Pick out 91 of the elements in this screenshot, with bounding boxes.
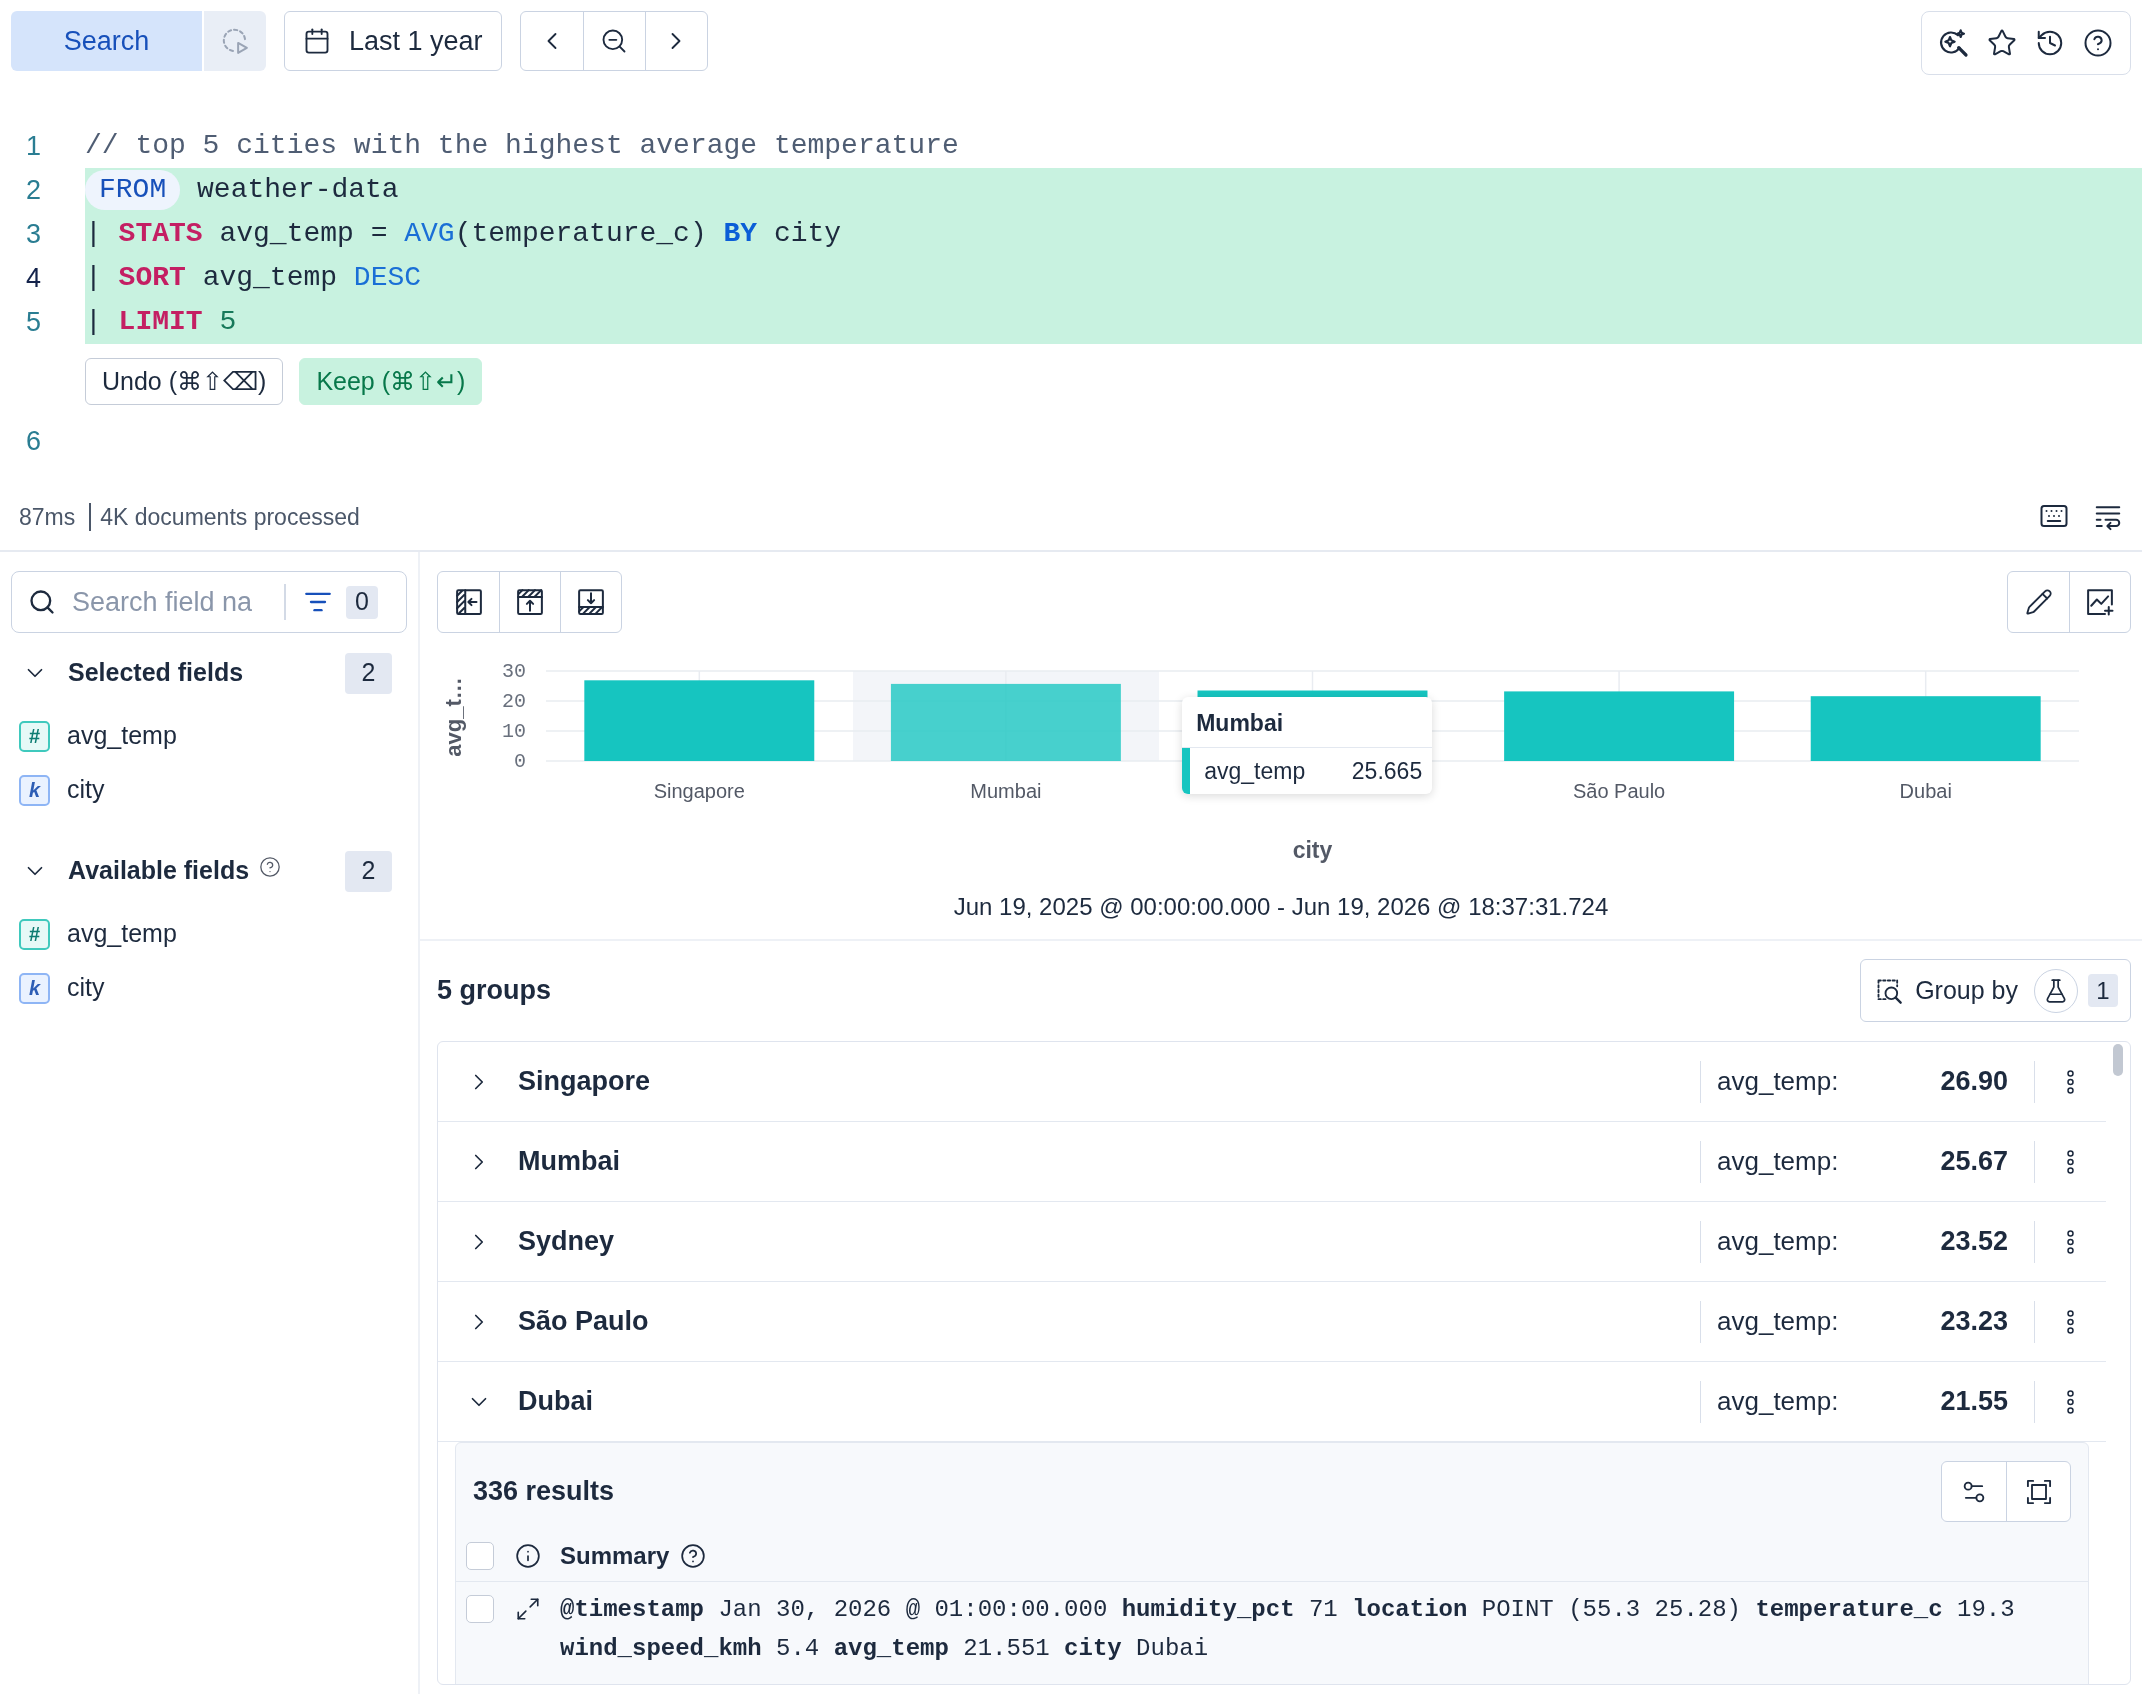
date-picker-button[interactable]: Last 1 year: [284, 11, 502, 71]
field-type-icon: #: [19, 720, 50, 752]
dashed-circle-play-icon: [220, 26, 250, 56]
metric-value: 23.52: [1940, 1225, 2009, 1259]
metric-value: 21.55: [1940, 1385, 2009, 1419]
field-search-bar[interactable]: Search field na 0: [11, 571, 407, 633]
info-icon: [515, 1542, 541, 1569]
x-axis-label: São Paulo: [1572, 780, 1666, 802]
field-type-icon: #: [19, 918, 50, 950]
time-range: Jun 19, 2025 @ 00:00:00.000 - Jun 19, 2026 @ 18:37:31.724: [953, 892, 1609, 922]
y-axis-tick-label: 20: [502, 689, 526, 713]
line-number: 5: [26, 306, 42, 338]
field-count: 2: [345, 850, 392, 892]
code-line: | STATS avg_temp = AVG(temperature_c) BY city: [85, 217, 842, 251]
field-section-toggle[interactable]: Selected fields: [22, 654, 244, 692]
history-icon: [2035, 28, 2065, 58]
x-axis-title: city: [1292, 837, 1333, 863]
code-line: | LIMIT 5: [85, 305, 237, 339]
help-icon: [2083, 28, 2113, 58]
query-duration: 87ms: [19, 503, 76, 532]
fullscreen-icon: [2024, 1477, 2053, 1506]
metric-label: avg_temp:: [1717, 1145, 1839, 1178]
y-axis-tick-label: 10: [502, 719, 526, 743]
group-name: Singapore: [518, 1065, 651, 1099]
x-axis-label: Singapore: [653, 780, 745, 802]
star-icon: [1987, 28, 2017, 58]
metric-label: avg_temp:: [1717, 1305, 1839, 1338]
checkbox[interactable]: [466, 1595, 494, 1623]
checkbox[interactable]: [466, 1541, 494, 1570]
metric-label: avg_temp:: [1717, 1385, 1839, 1418]
vertical-dots-icon[interactable]: [2067, 1389, 2074, 1414]
field-list-item[interactable]: k city: [11, 961, 105, 1015]
vertical-dots-icon[interactable]: [2067, 1149, 2074, 1174]
sparkle-search-icon: [1938, 27, 1970, 59]
group-by-button[interactable]: Group by 1: [1860, 959, 2131, 1022]
field-section-toggle[interactable]: Available fields: [22, 852, 250, 890]
group-name: Dubai: [518, 1385, 593, 1419]
hatched-panel-arrow-down-icon: [576, 587, 606, 617]
y-axis-title: avg_t…: [440, 677, 466, 757]
group-name: Mumbai: [518, 1145, 620, 1179]
filter-count: 0: [346, 585, 378, 619]
code-line: | SORT avg_temp DESC: [85, 261, 422, 295]
groups-count: 5 groups: [437, 974, 551, 1008]
field-type-icon: k: [19, 972, 50, 1004]
tooltip-title: Mumbai: [1196, 710, 1284, 736]
field-count: 2: [345, 652, 392, 694]
hatched-panel-arrow-up-icon: [515, 587, 545, 617]
summary-column-title: Summary: [560, 1540, 670, 1571]
line-number: 6: [26, 425, 42, 457]
line-number: 3: [26, 218, 42, 250]
field-search-input[interactable]: Search field na: [72, 582, 272, 622]
y-axis-tick-label: 0: [514, 749, 526, 773]
code-line: FROM weather-data: [85, 170, 399, 210]
field-type-icon: k: [19, 774, 50, 806]
metric-label: avg_temp:: [1717, 1225, 1839, 1258]
results-count: 336 results: [473, 1475, 615, 1509]
hatched-panel-arrow-left-icon: [453, 587, 484, 617]
line-number: 2: [26, 174, 42, 206]
metric-value: 26.90: [1940, 1065, 2009, 1099]
field-list-item[interactable]: # avg_temp: [11, 907, 177, 961]
tooltip-label: avg_temp: [1204, 756, 1306, 786]
search-icon: [28, 588, 56, 616]
scrollbar-thumb[interactable]: [2113, 1044, 2123, 1076]
documents-processed: 4K documents processed: [100, 503, 360, 532]
x-axis-label: Dubai: [1899, 780, 1952, 802]
calendar-icon: [303, 27, 331, 55]
metric-label: avg_temp:: [1717, 1065, 1839, 1098]
tooltip-value: 25.665: [1350, 756, 1423, 786]
metric-value: 25.67: [1940, 1145, 2009, 1179]
x-axis-label: Mumbai: [970, 780, 1042, 802]
line-chart-plus-icon: [2085, 587, 2115, 617]
field-list-item[interactable]: k city: [11, 763, 105, 817]
field-list-item[interactable]: # avg_temp: [11, 709, 177, 763]
group-by-count: 1: [2088, 974, 2118, 1007]
vertical-dots-icon[interactable]: [2067, 1309, 2074, 1334]
metric-value: 23.23: [1940, 1305, 2009, 1339]
undo-button[interactable]: Undo (⌘⇧⌫): [85, 358, 284, 405]
line-number: 4: [26, 262, 42, 294]
line-number: 1: [26, 130, 42, 162]
y-axis-tick-label: 30: [502, 659, 526, 683]
group-name: São Paulo: [518, 1305, 649, 1339]
keep-button[interactable]: Keep (⌘⇧↵): [299, 358, 483, 405]
search-button[interactable]: Search: [11, 11, 202, 71]
group-name: Sydney: [518, 1225, 615, 1259]
code-line: // top 5 cities with the highest average temperature: [85, 129, 959, 163]
help-icon: [680, 1542, 707, 1569]
vertical-dots-icon[interactable]: [2067, 1229, 2074, 1254]
expand-icon[interactable]: [515, 1596, 541, 1622]
document-summary: @timestamp Jan 30, 2026 @ 01:00:00.000 humidity_pct 71 location POINT (55.3 25.28) temperature_c 19.3 wind_speed_kmh 5.4 avg_temp 21.551 city Dubai: [560, 1595, 2016, 1664]
pencil-icon: [2024, 588, 2053, 616]
vertical-dots-icon[interactable]: [2067, 1069, 2074, 1094]
